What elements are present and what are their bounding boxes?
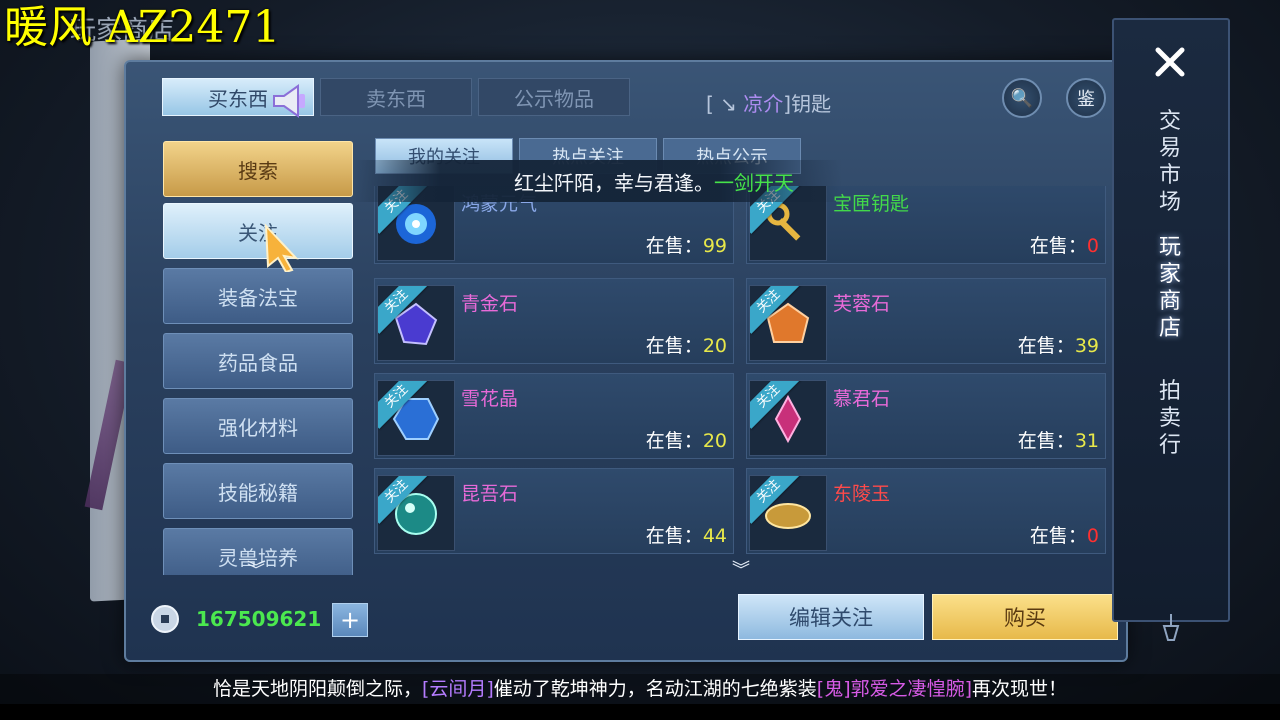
edit-follow-button[interactable]: 编辑关注 (738, 594, 924, 640)
watermark-text: 暖风 AZ2471 (4, 2, 281, 53)
lapis-gem-icon: 关注 (377, 285, 455, 361)
sidebar-item-equipment[interactable]: 装备法宝 (163, 268, 353, 324)
notice-text: 红尘阡陌，幸与君逢。 (514, 170, 714, 195)
broadcast-ticker: [ ↘ 凉介]钥匙 (706, 88, 831, 117)
appraise-label: 鉴 (1077, 89, 1095, 110)
subtitle-part3: 催动了乾坤神力，名动江湖的七绝紫装 (493, 678, 817, 700)
top-tabs: 买东西 卖东西 公示物品 (162, 78, 630, 116)
subtitle-item: [鬼]郭爱之凄惶腕] (816, 678, 973, 700)
item-name: 芙蓉石 (833, 293, 891, 315)
item-card[interactable]: 关注 慕君石 在售：31 (746, 373, 1106, 459)
list-chevron-down-icon[interactable]: ︾ (732, 556, 750, 582)
nav-auction-house[interactable]: 拍卖行 (1156, 378, 1184, 459)
pointer-cursor-icon (264, 223, 299, 272)
item-name: 东陵玉 (833, 483, 891, 505)
sale-label: 在售： (645, 335, 703, 357)
sale-label: 在售： (1017, 335, 1075, 357)
sale-count: 99 (702, 235, 727, 257)
sale-count: 0 (1086, 235, 1099, 257)
broadcast-suffix: ]钥匙 (783, 92, 832, 116)
item-name: 宝匣钥匙 (833, 193, 910, 215)
item-card[interactable]: 关注 雪花晶 在售：20 (374, 373, 734, 459)
sale-label: 在售： (1029, 525, 1087, 547)
subtitle-part1: 恰是天地阴阳颠倒之际， (212, 678, 422, 700)
item-sale: 在售：31 (1018, 426, 1099, 453)
sale-count: 20 (702, 335, 727, 357)
sidebar-item-enhance-material[interactable]: 强化材料 (163, 398, 353, 454)
appraise-button[interactable]: 鉴 (1066, 78, 1106, 118)
item-name: 青金石 (461, 293, 519, 315)
broadcast-player: 凉介 (743, 92, 784, 116)
sale-label: 在售： (645, 235, 703, 257)
sidebar-chevron-down-icon[interactable]: ︾ (247, 556, 265, 582)
nav-trade-market[interactable]: 交易市场 (1156, 108, 1184, 216)
notice-highlight: 一剑开天 (714, 170, 794, 195)
sale-count: 0 (1086, 525, 1099, 547)
subtitle-part5: 再次现世！ (972, 678, 1068, 700)
item-card[interactable]: 关注 昆吾石 在售：44 (374, 468, 734, 554)
item-sale: 在售：0 (1030, 521, 1099, 548)
nav-player-shop[interactable]: 玩家商店 (1156, 234, 1184, 342)
megaphone-icon[interactable] (268, 80, 310, 122)
item-name: 慕君石 (833, 388, 891, 410)
sidebar-item-skill-books[interactable]: 技能秘籍 (163, 463, 353, 519)
category-sidebar: 搜索 关注 装备法宝 药品食品 强化材料 技能秘籍 灵兽培养 (163, 141, 354, 575)
item-sale: 在售：20 (646, 331, 727, 358)
item-card[interactable]: 关注 青金石 在售：20 (374, 278, 734, 364)
sidebar-item-search[interactable]: 搜索 (163, 141, 353, 197)
sale-label: 在售： (1017, 430, 1075, 452)
sale-count: 44 (702, 525, 727, 547)
item-sale: 在售：20 (646, 426, 727, 453)
broadcast-prefix: [ ↘ (706, 92, 744, 116)
scrolling-notice: 红尘阡陌，幸与君逢。 一剑开天 (352, 160, 842, 202)
letterbox-bar (0, 704, 1280, 720)
sale-label: 在售： (1029, 235, 1087, 257)
item-sale: 在售：0 (1030, 231, 1099, 258)
sale-count: 20 (702, 430, 727, 452)
tab-sell[interactable]: 卖东西 (320, 78, 472, 116)
broadcast-subtitle: 恰是天地阴阳颠倒之际，[云间月]催动了乾坤神力，名动江湖的七绝紫装[鬼]郭爱之凄… (0, 674, 1280, 704)
amber-gem-icon: 关注 (749, 285, 827, 361)
close-icon[interactable] (1150, 42, 1190, 82)
item-name: 雪花晶 (461, 388, 519, 410)
item-sale: 在售：99 (646, 231, 727, 258)
item-name: 昆吾石 (461, 483, 519, 505)
sale-count: 39 (1074, 335, 1099, 357)
coin-icon (151, 605, 179, 633)
gold-jade-icon: 关注 (749, 475, 827, 551)
item-card[interactable]: 关注 芙蓉石 在售：39 (746, 278, 1106, 364)
item-card[interactable]: 关注 东陵玉 在售：0 (746, 468, 1106, 554)
jade-orb-icon: 关注 (377, 475, 455, 551)
tab-public-items[interactable]: 公示物品 (478, 78, 630, 116)
followed-items-grid: 关注 鸿蒙元气 在售：99 关注 宝匣钥匙 在售：0 关注 青金石 在售：20 … (374, 186, 1108, 575)
subtitle-player: [云间月] (421, 678, 494, 700)
item-sale: 在售：39 (1018, 331, 1099, 358)
sale-label: 在售： (645, 525, 703, 547)
sidebar-item-follow[interactable]: 关注 (163, 203, 353, 259)
add-currency-button[interactable]: + (332, 603, 368, 637)
search-record-button[interactable]: 🔍 (1002, 78, 1042, 118)
currency-amount: 167509621 (196, 607, 322, 631)
buy-button[interactable]: 购买 (932, 594, 1118, 640)
item-sale: 在售：44 (646, 521, 727, 548)
sidebar-item-medicine-food[interactable]: 药品食品 (163, 333, 353, 389)
sale-count: 31 (1074, 430, 1099, 452)
amethyst-gem-icon: 关注 (749, 380, 827, 456)
sapphire-gem-icon: 关注 (377, 380, 455, 456)
tassel-icon (1162, 614, 1180, 641)
sale-label: 在售： (645, 430, 703, 452)
magnifier-icon: 🔍 (1010, 87, 1034, 109)
